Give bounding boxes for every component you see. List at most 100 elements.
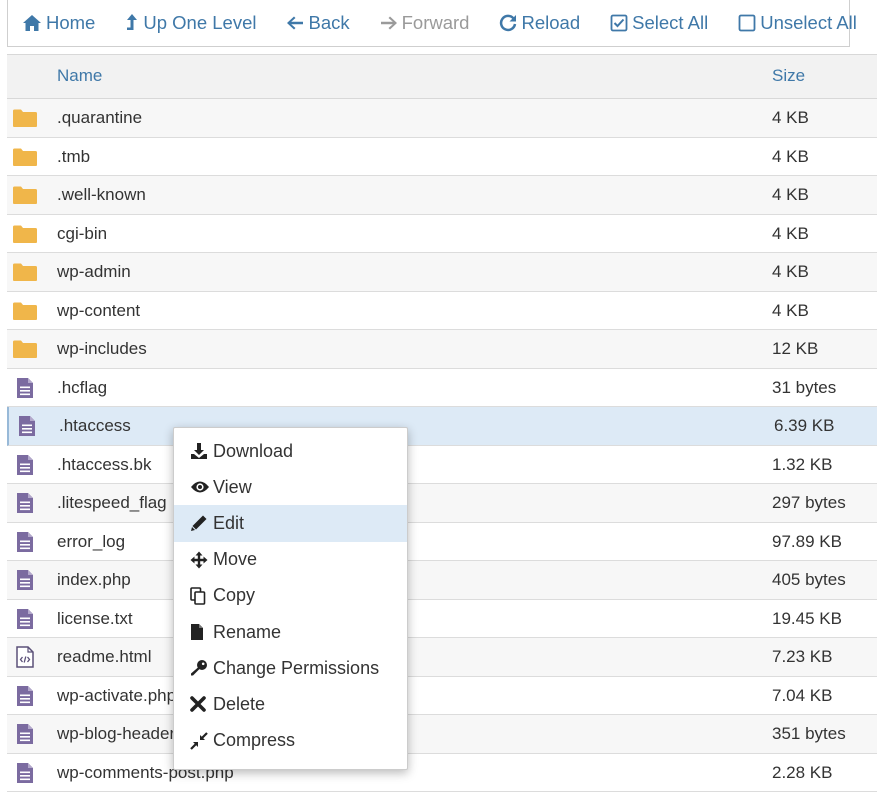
back-label: Back: [308, 12, 350, 33]
eye-icon: [190, 477, 210, 497]
file-size: 4 KB: [772, 223, 809, 243]
menu-item-label: Edit: [213, 512, 245, 533]
menu-item-label: Rename: [213, 621, 282, 642]
table-row[interactable]: index.php 405 bytes: [7, 561, 877, 600]
reload-label: Reload: [521, 12, 581, 33]
file-name[interactable]: wp-admin: [57, 262, 131, 282]
table-row[interactable]: .tmb 4 KB: [7, 138, 877, 176]
name-column-header[interactable]: Name: [57, 66, 102, 86]
menu-item-label: View: [213, 476, 252, 497]
arrow-left-icon: [287, 16, 304, 30]
folder-icon: [12, 147, 38, 167]
table-row[interactable]: .hcflag 31 bytes: [7, 369, 877, 407]
file-size: 19.45 KB: [772, 608, 842, 628]
reload-button[interactable]: Reload: [499, 12, 580, 34]
folder-icon: [12, 185, 38, 205]
table-row[interactable]: .litespeed_flag 297 bytes: [7, 484, 877, 523]
table-row[interactable]: wp-admin 4 KB: [7, 253, 877, 292]
file-size: 1.32 KB: [772, 454, 833, 474]
menu-item-compress[interactable]: Compress: [174, 723, 407, 759]
menu-item-delete[interactable]: Delete: [174, 686, 407, 722]
empty-box-icon: [738, 14, 756, 32]
table-row[interactable]: wp-blog-header.php 351 bytes: [7, 715, 877, 754]
move-arrows-icon: [190, 550, 210, 570]
file-name[interactable]: .hcflag: [57, 378, 107, 398]
text-file-icon: [14, 416, 40, 436]
table-row[interactable]: .htaccess.bk 1.32 KB: [7, 446, 877, 484]
file-name[interactable]: wp-activate.php: [57, 686, 176, 706]
select-all-label: Select All: [632, 12, 709, 33]
file-size: 6.39 KB: [774, 416, 835, 435]
text-file-icon: [12, 685, 38, 706]
file-size: 4 KB: [772, 146, 809, 166]
folder-icon: [12, 108, 38, 128]
file-name[interactable]: .tmb: [57, 147, 90, 167]
size-column-header[interactable]: Size: [772, 66, 805, 86]
file-size: 97.89 KB: [772, 531, 842, 551]
folder-icon: [12, 339, 38, 359]
home-button[interactable]: Home: [22, 12, 95, 34]
table-row[interactable]: license.txt 19.45 KB: [7, 600, 877, 638]
text-file-icon: [12, 377, 38, 398]
forward-button[interactable]: Forward: [380, 12, 469, 34]
key-icon: [190, 658, 210, 678]
context-menu: Download View Edit Move Copy Rename Change Per…: [173, 427, 408, 770]
table-row[interactable]: .htaccess 6.39 KB: [7, 407, 877, 446]
folder-icon: [12, 301, 38, 321]
arrow-right-icon: [380, 16, 397, 30]
select-all-button[interactable]: Select All: [610, 12, 708, 34]
back-button[interactable]: Back: [286, 12, 350, 34]
file-name[interactable]: .litespeed_flag: [57, 493, 167, 513]
menu-item-move[interactable]: Move: [174, 542, 407, 578]
file-name[interactable]: cgi-bin: [57, 224, 107, 244]
text-file-icon: [12, 762, 38, 783]
table-body: .quarantine 4 KB .tmb 4 KB .well-known 4 KB cg…: [7, 99, 877, 792]
table-row[interactable]: error_log 97.89 KB: [7, 523, 877, 561]
menu-item-edit[interactable]: Edit: [174, 505, 407, 542]
up-one-level-label: Up One Level: [143, 12, 257, 33]
text-file-icon: [12, 493, 38, 513]
file-name[interactable]: index.php: [57, 570, 131, 590]
file-name[interactable]: .htaccess.bk: [57, 455, 152, 475]
file-name[interactable]: wp-includes: [57, 339, 147, 359]
up-one-level-button[interactable]: Up One Level: [125, 12, 256, 34]
file-size: 31 bytes: [772, 377, 837, 397]
file-size: 4 KB: [772, 185, 809, 204]
menu-item-download[interactable]: Download: [174, 433, 407, 469]
text-file-icon: [12, 724, 38, 744]
unselect-all-button[interactable]: Unselect All: [738, 12, 857, 34]
file-name[interactable]: .quarantine: [57, 108, 142, 128]
file-size: 7.23 KB: [772, 647, 833, 666]
menu-item-label: Delete: [213, 693, 266, 714]
file-name[interactable]: .htaccess: [59, 416, 131, 436]
table-header: Name Size: [7, 55, 877, 99]
folder-icon: [12, 262, 38, 282]
file-name[interactable]: readme.html: [57, 647, 151, 667]
file-size: 4 KB: [772, 262, 809, 281]
menu-item-label: Change Permissions: [213, 657, 380, 678]
file-size: 12 KB: [772, 339, 819, 358]
unselect-all-label: Unselect All: [760, 12, 857, 33]
table-row[interactable]: wp-comments-post.php 2.28 KB: [7, 754, 877, 792]
table-row[interactable]: .well-known 4 KB: [7, 176, 877, 215]
table-row[interactable]: .quarantine 4 KB: [7, 99, 877, 138]
file-name[interactable]: error_log: [57, 532, 125, 552]
table-row[interactable]: readme.html 7.23 KB: [7, 638, 877, 677]
menu-item-view[interactable]: View: [174, 469, 407, 505]
table-row[interactable]: wp-content 4 KB: [7, 292, 877, 330]
compress-icon: [190, 731, 210, 751]
file-name[interactable]: wp-content: [57, 301, 140, 321]
table-row[interactable]: cgi-bin 4 KB: [7, 215, 877, 253]
menu-item-change-permissions[interactable]: Change Permissions: [174, 650, 407, 686]
text-file-icon: [12, 531, 38, 552]
menu-item-rename[interactable]: Rename: [174, 614, 407, 650]
table-row[interactable]: wp-includes 12 KB: [7, 330, 877, 369]
menu-item-copy[interactable]: Copy: [174, 578, 407, 614]
x-icon: [190, 694, 210, 714]
table-row[interactable]: wp-activate.php 7.04 KB: [7, 677, 877, 715]
file-size: 351 bytes: [772, 724, 846, 743]
file-name[interactable]: .well-known: [57, 185, 146, 205]
download-icon: [190, 441, 210, 461]
file-name[interactable]: license.txt: [57, 609, 133, 629]
file-table: Name Size .quarantine 4 KB .tmb 4 KB .well-k…: [7, 54, 877, 792]
